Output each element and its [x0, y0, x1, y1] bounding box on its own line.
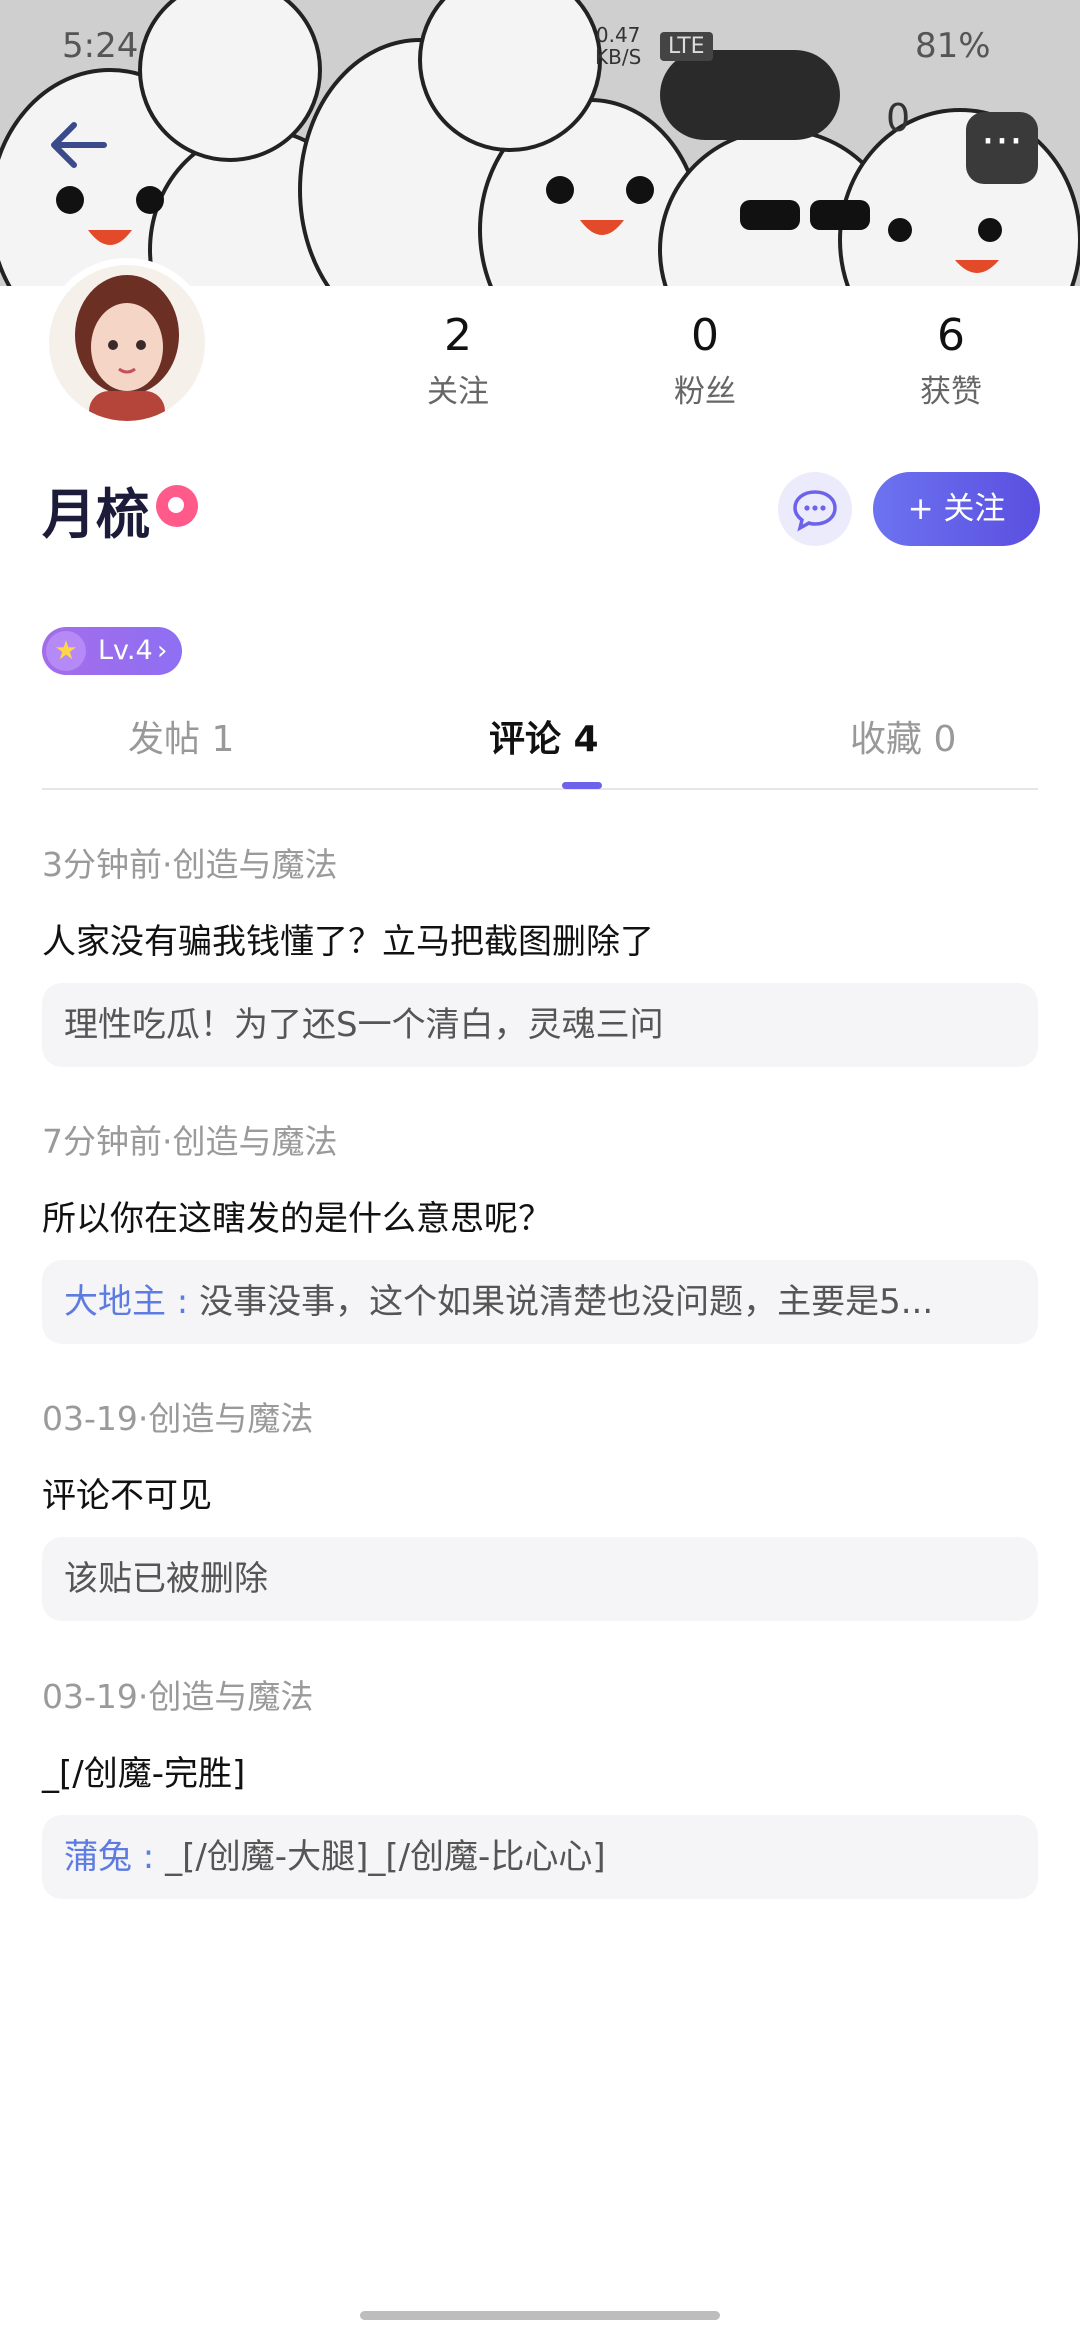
battery-level: 81%: [915, 26, 991, 66]
stat-followers[interactable]: 0 粉丝: [625, 308, 785, 411]
list-item[interactable]: 3分钟前·创造与魔法 人家没有骗我钱懂了？立马把截图删除了 理性吃瓜！为了还S一…: [42, 838, 1038, 1067]
avatar[interactable]: [42, 258, 212, 428]
notification-count: 0: [886, 96, 911, 140]
network-speed: 0.47 KB/S: [595, 23, 642, 69]
quoted-reply[interactable]: 大地主 : 没事没事，这个如果说清楚也没问题，主要是5...: [42, 1260, 1038, 1344]
comment-content: _[/创魔-完胜]: [42, 1754, 246, 1794]
stat-following[interactable]: 2 关注: [378, 308, 538, 411]
status-time: 5:24: [62, 26, 139, 66]
follow-button[interactable]: + 关注: [873, 472, 1040, 546]
comment-content: 评论不可见: [42, 1476, 212, 1516]
message-button[interactable]: [778, 472, 852, 546]
comment-content: 所以你在这瞎发的是什么意思呢？: [42, 1199, 552, 1239]
profile-name: 月梳: [42, 483, 150, 546]
more-button[interactable]: ···: [966, 112, 1038, 184]
star-icon: ★: [46, 631, 86, 671]
quoted-reply[interactable]: 蒲兔 : _[/创魔-大腿]_[/创魔-比心心]: [42, 1815, 1038, 1899]
back-arrow-icon: [51, 122, 107, 168]
more-icon: ···: [981, 116, 1023, 167]
gender-badge-icon: [156, 485, 198, 527]
profile-tabs: 发帖 1 评论 4 收藏 0: [42, 710, 1038, 790]
comment-meta: 3分钟前·创造与魔法: [42, 845, 338, 884]
comment-content: 人家没有骗我钱懂了？立马把截图删除了: [42, 922, 654, 962]
tab-favorites[interactable]: 收藏 0: [850, 710, 956, 762]
list-item[interactable]: 7分钟前·创造与魔法 所以你在这瞎发的是什么意思呢？ 大地主 : 没事没事，这个…: [42, 1115, 1038, 1344]
tab-comments[interactable]: 评论 4: [489, 710, 599, 762]
level-badge[interactable]: ★ Lv.4 ›: [42, 627, 182, 675]
quoted-post[interactable]: 该贴已被删除: [42, 1537, 1038, 1621]
network-type: LTE: [660, 32, 713, 61]
comment-meta: 03-19·创造与魔法: [42, 1399, 314, 1438]
quoted-post[interactable]: 理性吃瓜！为了还S一个清白，灵魂三问: [42, 983, 1038, 1067]
comment-meta: 03-19·创造与魔法: [42, 1677, 314, 1716]
status-bar: 5:24 0.47 KB/S LTE 81%: [0, 0, 1080, 95]
chat-bubble-icon: [793, 490, 837, 532]
stat-likes[interactable]: 6 获赞: [871, 308, 1031, 411]
back-button[interactable]: [42, 110, 122, 180]
list-item[interactable]: 03-19·创造与魔法 评论不可见 该贴已被删除: [42, 1392, 1038, 1621]
comment-meta: 7分钟前·创造与魔法: [42, 1122, 338, 1161]
tab-posts[interactable]: 发帖 1: [128, 710, 234, 762]
list-item[interactable]: 03-19·创造与魔法 _[/创魔-完胜] 蒲兔 : _[/创魔-大腿]_[/创…: [42, 1670, 1038, 1899]
chevron-right-icon: ›: [157, 636, 168, 666]
active-tab-indicator: [562, 782, 602, 789]
home-indicator[interactable]: [360, 2311, 720, 2320]
